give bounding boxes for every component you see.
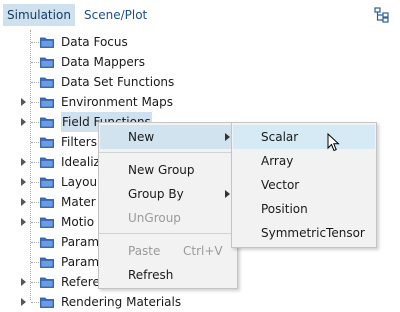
menu-item-new[interactable]: New (100, 125, 236, 149)
folder-icon (40, 136, 54, 148)
tree-item-label: Motio (61, 215, 95, 229)
menu-shortcut: Ctrl+V (183, 244, 223, 258)
mouse-pointer-icon (327, 132, 341, 153)
folder-icon (40, 196, 54, 208)
menu-item-ungroup[interactable]: UnGroup (100, 206, 236, 230)
folder-icon (40, 116, 54, 128)
menu-item-label: Group By (128, 187, 184, 201)
folder-icon (40, 36, 54, 48)
submenu-item-label: Scalar (261, 130, 299, 144)
menu-item-new-group[interactable]: New Group (100, 158, 236, 182)
folder-icon (40, 216, 54, 228)
tree-item-label: Filters (61, 135, 97, 149)
expand-arrow-icon[interactable] (21, 118, 26, 126)
menu-item-label: New Group (128, 163, 195, 177)
expand-arrow-icon[interactable] (21, 198, 26, 206)
expand-arrow-icon[interactable] (21, 158, 26, 166)
tab-simulation[interactable]: Simulation (3, 4, 75, 26)
folder-icon (40, 236, 54, 248)
folder-icon (40, 176, 54, 188)
folder-icon (40, 76, 54, 88)
tree-item-label: Data Set Functions (61, 75, 175, 89)
tree-item-data-set-functions[interactable]: Data Set Functions (0, 72, 300, 92)
menu-item-paste[interactable]: Paste Ctrl+V (100, 239, 236, 263)
tree-item-label: Layou (61, 175, 98, 189)
tree-item-rendering-materials[interactable]: Rendering Materials (0, 292, 300, 312)
new-submenu: Scalar Array Vector Position SymmetricTe… (231, 122, 377, 248)
folder-icon (40, 256, 54, 268)
menu-item-group-by[interactable]: Group By (100, 182, 236, 206)
menu-item-label: Refresh (128, 268, 174, 282)
tree-item-label: Mater (61, 195, 96, 209)
folder-icon (40, 96, 54, 108)
expand-arrow-icon[interactable] (21, 218, 26, 226)
expand-arrow-icon[interactable] (21, 298, 26, 306)
folder-icon (40, 56, 54, 68)
submenu-item-label: Vector (261, 178, 300, 192)
tree-item-label: Environment Maps (61, 95, 174, 109)
folder-icon (40, 276, 54, 288)
tree-hierarchy-icon[interactable] (374, 7, 390, 23)
menu-item-label: New (128, 130, 155, 144)
menu-item-label: UnGroup (128, 211, 181, 225)
submenu-item-label: Position (261, 202, 308, 216)
tree-item-label: Param (61, 235, 100, 249)
tree-item-data-focus[interactable]: Data Focus (0, 32, 300, 52)
submenu-item-position[interactable]: Position (233, 197, 375, 221)
expand-arrow-icon[interactable] (21, 178, 26, 186)
menu-separator (99, 152, 237, 153)
submenu-item-label: Array (261, 154, 294, 168)
tree-item-label: Param (61, 255, 100, 269)
submenu-item-array[interactable]: Array (233, 149, 375, 173)
menu-separator (99, 233, 237, 234)
submenu-item-symmetrictensor[interactable]: SymmetricTensor (233, 221, 375, 245)
folder-icon (40, 156, 54, 168)
submenu-arrow-icon (225, 190, 230, 198)
tree-item-environment-maps[interactable]: Environment Maps (0, 92, 300, 112)
tree-item-label: Data Focus (61, 35, 128, 49)
submenu-arrow-icon (225, 133, 230, 141)
submenu-item-scalar[interactable]: Scalar (233, 125, 375, 149)
tree-item-data-mappers[interactable]: Data Mappers (0, 52, 300, 72)
expand-arrow-icon[interactable] (21, 98, 26, 106)
menu-item-label: Paste (128, 244, 161, 258)
tree-item-label: Data Mappers (61, 55, 145, 69)
context-menu: New New Group Group By UnGroup Paste Ctr… (98, 122, 238, 289)
menu-item-refresh[interactable]: Refresh (100, 263, 236, 287)
submenu-item-label: SymmetricTensor (261, 226, 365, 240)
tab-scene-plot[interactable]: Scene/Plot (80, 4, 151, 26)
tab-bar: Simulation Scene/Plot (0, 0, 400, 30)
submenu-item-vector[interactable]: Vector (233, 173, 375, 197)
folder-icon (40, 296, 54, 308)
tree-item-label: Refere (61, 275, 100, 289)
expand-arrow-icon[interactable] (21, 278, 26, 286)
tree-item-label: Rendering Materials (61, 295, 182, 309)
tree-item-label: Idealiz (61, 155, 100, 169)
